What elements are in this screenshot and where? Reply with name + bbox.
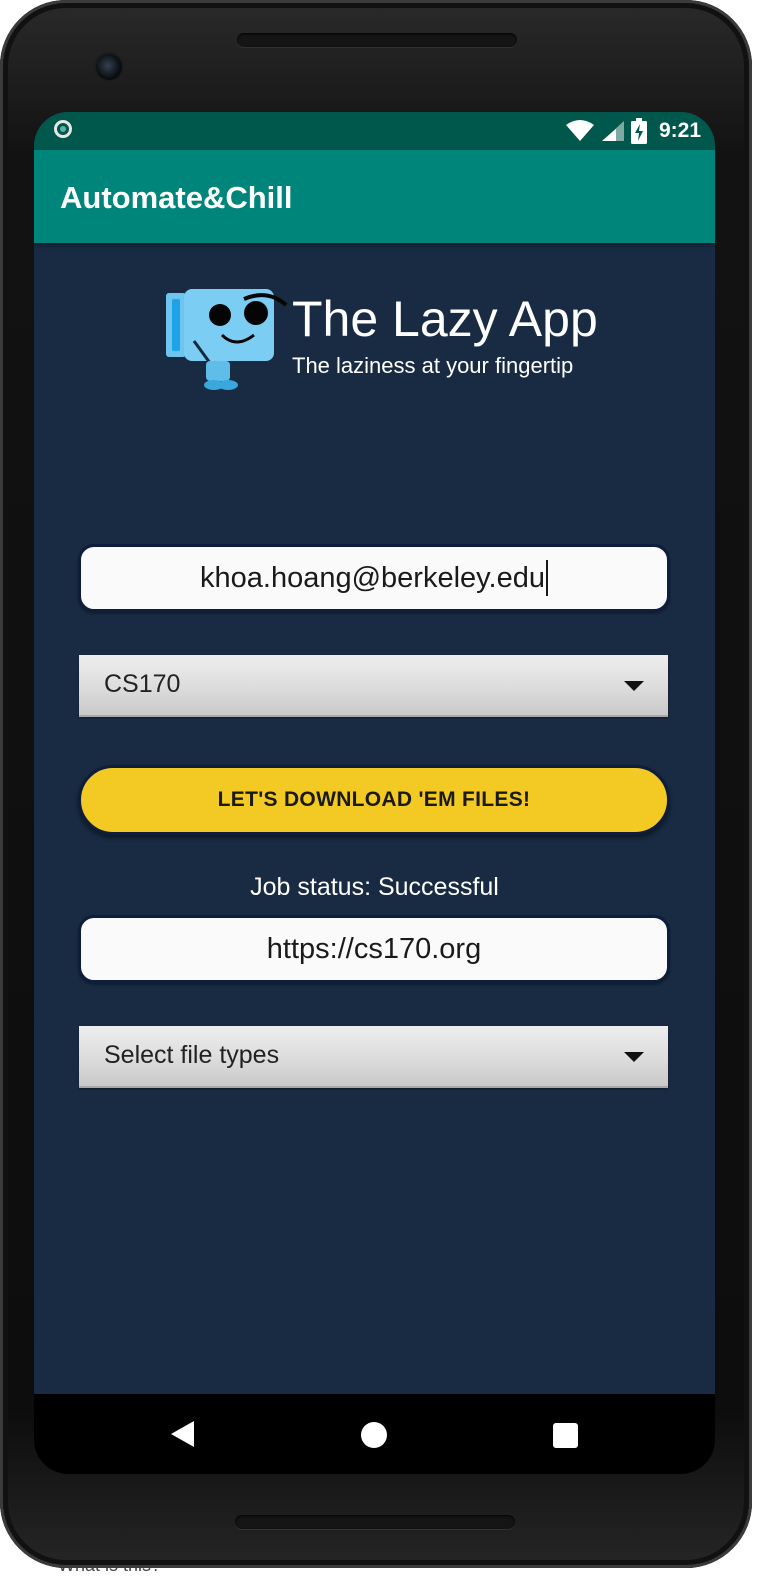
front-camera	[96, 54, 122, 80]
course-dropdown[interactable]: CS170	[79, 655, 668, 717]
course-selected-value: CS170	[104, 670, 181, 698]
url-field[interactable]: https://cs170.org	[78, 915, 670, 983]
battery-charging-icon	[630, 118, 647, 144]
logo-subtitle: The laziness at your fingertip	[292, 353, 574, 378]
bottom-speaker	[235, 1515, 515, 1529]
text-cursor	[545, 560, 548, 596]
notification-dot-icon	[54, 120, 72, 138]
job-status-text: Job status: Successful	[250, 873, 499, 901]
main-content: The Lazy App The laziness at your finger…	[34, 243, 715, 1394]
system-nav-bar	[34, 1394, 715, 1474]
earpiece-speaker	[237, 33, 517, 47]
dropdown-arrow-icon	[624, 1052, 644, 1062]
email-field[interactable]: khoa.hoang@berkeley.edu	[78, 544, 670, 612]
recents-icon[interactable]	[553, 1423, 578, 1448]
download-files-button[interactable]: LET'S DOWNLOAD 'EM FILES!	[78, 765, 670, 835]
screen: 9:21 Automate&Chill The Lazy App The laz…	[34, 112, 715, 1474]
app-logo: The Lazy App The laziness at your finger…	[164, 287, 598, 391]
logo-title: The Lazy App	[292, 291, 598, 347]
app-title: Automate&Chill	[60, 180, 293, 215]
app-bar: Automate&Chill	[34, 150, 715, 243]
page: What is this?	[0, 0, 758, 1577]
home-icon[interactable]	[361, 1422, 387, 1448]
cell-signal-icon	[601, 121, 624, 141]
wifi-icon	[565, 120, 594, 141]
status-bar: 9:21	[34, 112, 715, 150]
file-types-dropdown[interactable]: Select file types	[79, 1026, 668, 1088]
url-value: https://cs170.org	[266, 932, 482, 965]
back-icon[interactable]	[171, 1421, 194, 1447]
mascot-icon	[166, 289, 288, 390]
file-types-selected-value: Select file types	[104, 1041, 280, 1069]
email-value: khoa.hoang@berkeley.edu	[200, 561, 545, 594]
status-icons: 9:21	[565, 118, 701, 144]
phone-frame: 9:21 Automate&Chill The Lazy App The laz…	[0, 0, 752, 1568]
status-time: 9:21	[658, 119, 701, 142]
dropdown-arrow-icon	[624, 681, 644, 691]
